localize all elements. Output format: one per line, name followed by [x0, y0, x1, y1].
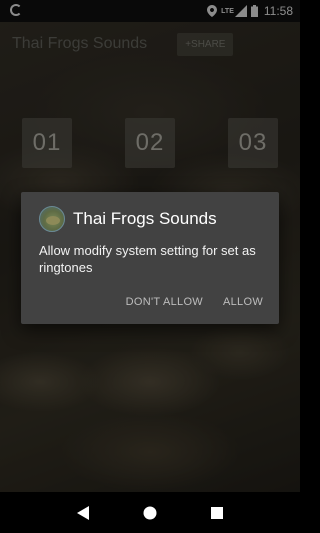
allow-button[interactable]: ALLOW: [223, 296, 263, 308]
dialog-message: Allow modify system setting for set as r…: [39, 243, 256, 275]
dialog-header: Thai Frogs Sounds: [39, 206, 261, 232]
navigation-bar: [0, 492, 300, 533]
frog-app-icon: [39, 206, 65, 232]
recents-icon[interactable]: [211, 506, 223, 519]
dialog-title: Thai Frogs Sounds: [73, 209, 217, 228]
home-icon[interactable]: [143, 506, 157, 520]
dont-allow-button[interactable]: DON'T ALLOW: [126, 296, 203, 308]
permission-dialog: Thai Frogs Sounds Allow modify system se…: [21, 192, 279, 324]
back-icon[interactable]: [77, 505, 89, 520]
dialog-actions: DON'T ALLOW ALLOW: [126, 296, 263, 308]
